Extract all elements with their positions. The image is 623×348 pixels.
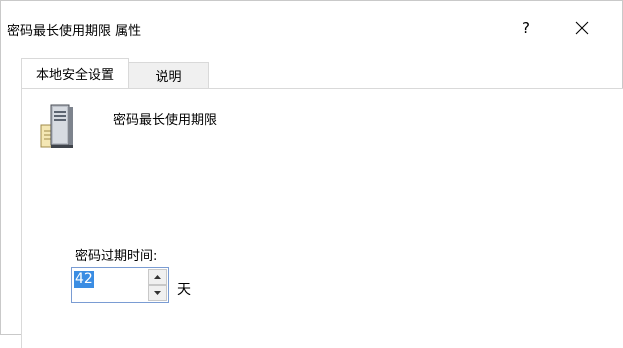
window-title: 密码最长使用期限 属性 [7,24,142,39]
title-bar: 密码最长使用期限 属性 ? [1,1,622,47]
close-icon [575,21,589,35]
tab-local-security-setting[interactable]: 本地安全设置 [21,58,129,88]
expiry-label: 密码过期时间: [75,249,158,264]
properties-dialog: 密码最长使用期限 属性 ? 本地安全设置 说明 密码最长使用期限 密码过期时间:… [0,0,623,348]
help-button[interactable]: ? [509,13,543,43]
tab-panel [21,88,623,348]
decrement-button[interactable] [148,285,167,301]
tab-explain[interactable]: 说明 [129,62,209,88]
close-button[interactable] [563,13,601,43]
server-policy-icon [40,104,73,148]
days-unit-label: 天 [177,282,191,298]
expiry-days-value[interactable]: 42 [74,271,94,288]
arrow-up-icon [154,275,161,279]
increment-button[interactable] [148,269,167,285]
arrow-down-icon [154,291,161,295]
policy-name: 密码最长使用期限 [113,113,218,128]
expiry-days-stepper[interactable]: 42 [71,267,169,303]
